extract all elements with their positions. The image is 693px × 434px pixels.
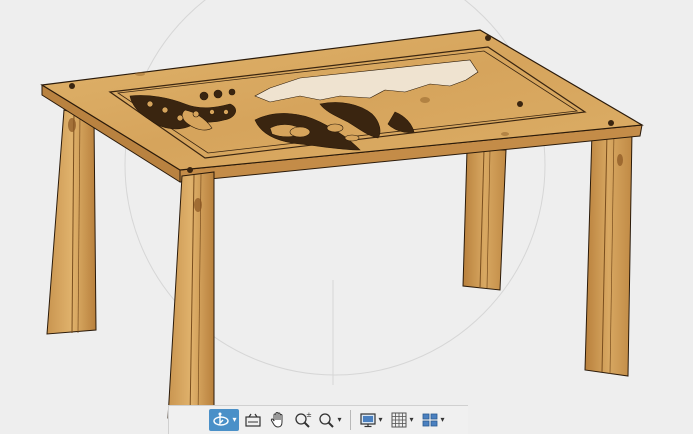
zoom-icon: ± xyxy=(295,411,312,428)
table-leg-back-right xyxy=(462,149,507,291)
orbit-button[interactable]: ▾ xyxy=(209,409,239,431)
orbit-icon xyxy=(213,412,230,426)
pan-hand-icon xyxy=(270,411,283,428)
viewports-icon xyxy=(423,413,438,427)
grid-button[interactable]: ▾ xyxy=(388,409,416,431)
toolbar-separator xyxy=(350,410,351,430)
chevron-down-icon[interactable]: ▾ xyxy=(337,416,341,424)
display-settings-icon xyxy=(360,413,377,428)
chevron-down-icon[interactable]: ▾ xyxy=(232,416,236,424)
table-leg-front-left xyxy=(167,171,215,419)
pan-button[interactable] xyxy=(267,409,289,431)
chevron-down-icon[interactable]: ▾ xyxy=(378,416,382,424)
zoom-window-icon xyxy=(319,413,335,428)
navigation-toolbar: ▾ ± ▾ ▾ ▾ ▾ xyxy=(168,405,468,434)
grid-icon xyxy=(391,412,407,428)
look-at-icon xyxy=(245,413,261,427)
zoom-button[interactable]: ± xyxy=(292,409,314,431)
3d-viewport[interactable]: ▾ ± ▾ ▾ ▾ ▾ xyxy=(0,0,693,434)
look-at-button[interactable] xyxy=(242,409,264,431)
zoom-window-button[interactable]: ▾ xyxy=(317,409,343,431)
table-leg-front-right xyxy=(584,131,633,377)
viewports-button[interactable]: ▾ xyxy=(419,409,447,431)
table-leg-back-left xyxy=(46,109,97,335)
svg-text:±: ± xyxy=(306,411,312,419)
display-settings-button[interactable]: ▾ xyxy=(357,409,385,431)
table-model[interactable] xyxy=(0,0,693,434)
chevron-down-icon[interactable]: ▾ xyxy=(409,416,413,424)
chevron-down-icon[interactable]: ▾ xyxy=(440,416,444,424)
